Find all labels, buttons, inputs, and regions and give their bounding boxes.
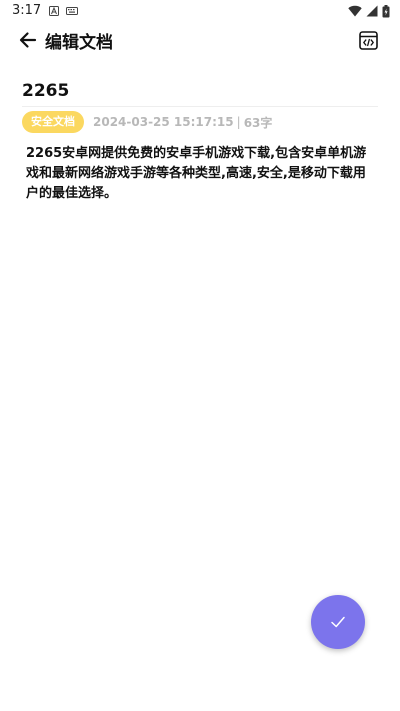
wifi-icon: [348, 5, 362, 17]
keyboard-icon: [66, 7, 78, 15]
battery-icon: [382, 4, 390, 17]
title-divider: [22, 106, 378, 107]
meta-separator: |: [236, 115, 241, 129]
document-body[interactable]: 2265安卓网提供免费的安卓手机游戏下载,包含安卓单机游戏和最新网络游戏手游等各…: [26, 144, 378, 204]
notification-a-icon: [49, 6, 59, 16]
save-fab-button[interactable]: [311, 595, 365, 649]
code-view-icon: [358, 30, 378, 50]
document-timestamp: 2024-03-25 15:17:15: [93, 115, 234, 129]
cell-signal-icon: [366, 5, 378, 17]
character-count: 63字: [243, 115, 273, 130]
status-time: 3:17: [12, 3, 42, 18]
page-title: 编辑文档: [45, 33, 113, 53]
document-meta: 安全文档 2024-03-25 15:17:15 | 63字: [22, 110, 272, 134]
check-icon: [331, 616, 345, 628]
back-button[interactable]: [14, 27, 42, 53]
arrow-left-icon: [19, 32, 37, 48]
document-title[interactable]: 2265: [22, 80, 378, 102]
status-icons: [348, 4, 390, 18]
category-badge[interactable]: 安全文档: [22, 111, 84, 133]
code-view-button[interactable]: [356, 28, 380, 52]
app-bar: 编辑文档: [0, 24, 400, 56]
status-bar: 3:17: [0, 0, 400, 24]
